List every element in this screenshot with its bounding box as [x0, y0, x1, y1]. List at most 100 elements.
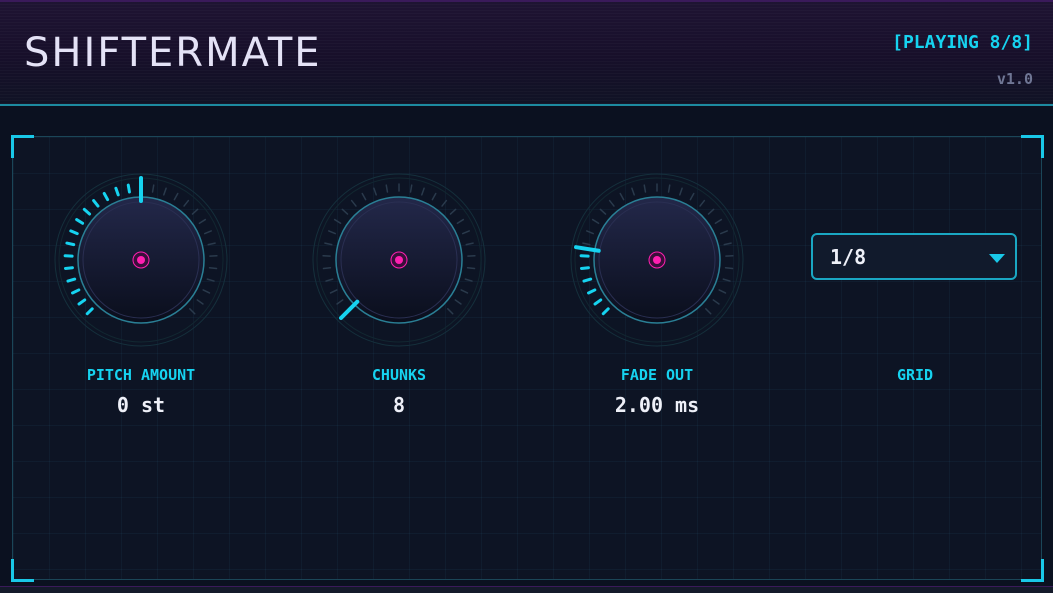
knob-tick — [329, 231, 335, 234]
knob-tick — [600, 209, 605, 214]
knob-tick — [192, 209, 197, 214]
knob-tick — [721, 231, 727, 234]
knob-tick — [174, 193, 177, 199]
grid-select[interactable]: 1/8 — [811, 233, 1017, 280]
knob-tick — [205, 231, 211, 234]
corner-bracket-top-right — [1021, 135, 1044, 158]
knob-tick — [335, 220, 341, 224]
version-label: v1.0 — [997, 70, 1033, 88]
knob-tick — [680, 188, 682, 195]
knob-tick — [448, 309, 453, 314]
knob-tick — [589, 290, 595, 293]
knob-tick — [325, 243, 332, 245]
knob-graphic — [567, 170, 747, 350]
knob-tick — [197, 300, 203, 304]
knob-tick — [65, 268, 72, 269]
knob-tick — [342, 209, 347, 214]
knob-tick — [362, 193, 365, 199]
knob-tick — [116, 188, 118, 195]
knob-tick — [620, 193, 623, 199]
knob-tick — [584, 279, 591, 281]
knob-tick — [700, 201, 704, 206]
fade-out-knob[interactable] — [567, 170, 747, 350]
knob-center-dot — [395, 256, 403, 264]
chevron-down-icon[interactable] — [989, 254, 1005, 263]
knob-tick — [581, 268, 588, 269]
knob-tick — [719, 290, 725, 293]
pitch-amount-value: 0 st — [41, 393, 241, 417]
knob-tick — [644, 185, 645, 192]
knob-graphic — [51, 170, 231, 350]
grid-selected-value: 1/8 — [830, 245, 866, 269]
knob-tick — [164, 188, 166, 195]
pitch-amount-knob[interactable] — [51, 170, 231, 350]
knob-tick — [190, 309, 195, 314]
knob-tick — [457, 220, 463, 224]
knob-tick — [210, 268, 217, 269]
fade-out-value: 2.00 ms — [557, 393, 757, 417]
grid-label: GRID — [815, 366, 1015, 384]
knob-tick — [463, 231, 469, 234]
knob-tick — [587, 231, 593, 234]
knob-tick — [715, 220, 721, 224]
knob-tick — [713, 300, 719, 304]
knob-tick — [724, 243, 731, 245]
header-bar: SHIFTERMATE [PLAYING 8/8] v1.0 — [0, 0, 1053, 106]
knob-tick — [184, 201, 188, 206]
knob-tick — [352, 201, 356, 206]
knob-tick — [610, 201, 614, 206]
knob-graphic — [309, 170, 489, 350]
knob-tick — [466, 243, 473, 245]
knob-tick — [455, 300, 461, 304]
knob-tick — [422, 188, 424, 195]
knob-tick — [465, 279, 472, 281]
knob-tick — [723, 279, 730, 281]
knob-tick — [708, 209, 713, 214]
knob-tick — [411, 185, 412, 192]
knob-tick — [77, 220, 83, 224]
knob-tick — [442, 201, 446, 206]
fade-out-label: FADE OUT — [557, 366, 757, 384]
knob-tick — [669, 185, 670, 192]
knob-tick — [203, 290, 209, 293]
chunks-label: CHUNKS — [299, 366, 499, 384]
chunks-value: 8 — [299, 393, 499, 417]
knob-tick — [706, 309, 711, 314]
knob-tick — [450, 209, 455, 214]
knob-tick — [94, 201, 98, 206]
knob-tick — [632, 188, 634, 195]
knob-tick — [690, 193, 693, 199]
knob-tick — [726, 268, 733, 269]
chunks-knob[interactable] — [309, 170, 489, 350]
knob-tick — [583, 243, 590, 245]
knob-tick — [87, 309, 92, 314]
knob-tick — [593, 220, 599, 224]
knob-tick — [461, 290, 467, 293]
knob-center-dot — [137, 256, 145, 264]
knob-tick — [468, 268, 475, 269]
knob-tick — [68, 279, 75, 281]
knob-tick — [199, 220, 205, 224]
knob-tick — [595, 300, 601, 304]
knob-tick — [432, 193, 435, 199]
knob-tick — [323, 268, 330, 269]
corner-bracket-bottom-left — [11, 559, 34, 582]
playback-status: [PLAYING 8/8] — [892, 32, 1033, 53]
knob-tick — [208, 243, 215, 245]
knob-tick — [603, 309, 608, 314]
knob-tick — [326, 279, 333, 281]
knob-tick — [331, 290, 337, 293]
knob-tick — [71, 231, 77, 234]
knob-tick — [67, 243, 74, 245]
pitch-amount-label: PITCH AMOUNT — [41, 366, 241, 384]
knob-tick — [73, 290, 79, 293]
header-top-line — [0, 0, 1053, 2]
corner-bracket-bottom-right — [1021, 559, 1044, 582]
knob-tick — [337, 300, 343, 304]
knob-tick — [386, 185, 387, 192]
knob-tick — [374, 188, 376, 195]
knob-tick — [104, 193, 107, 199]
knob-tick — [84, 209, 89, 214]
knob-tick — [207, 279, 214, 281]
knob-center-dot — [653, 256, 661, 264]
